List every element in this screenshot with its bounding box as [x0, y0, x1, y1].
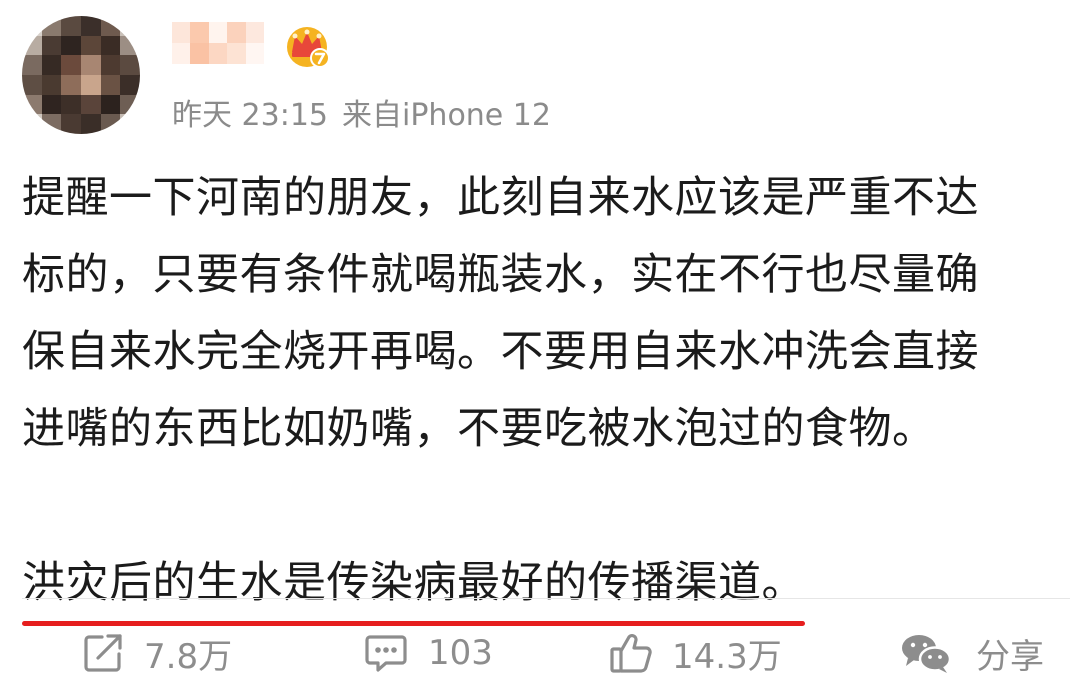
post-source[interactable]: 来自iPhone 12: [342, 98, 551, 133]
avatar-pixel: [80, 74, 101, 95]
post-text-line: 进嘴的东西比如奶嘴，不要吃被水泡过的食物。: [22, 404, 936, 454]
highlighted-sentence: 洪灾后的生水是传染病最好的传播渠道。: [22, 545, 805, 626]
thumbs-up-icon: [608, 629, 654, 677]
post-text-line: 标的，只要有条件就喝瓶装水，实在不行也尽量确: [22, 250, 979, 300]
like-button[interactable]: 14.3万: [608, 620, 782, 686]
avatar-pixel: [22, 55, 42, 75]
avatar-pixel: [61, 74, 81, 95]
divider: [22, 598, 1070, 599]
highlighted-line-wrapper: 洪灾后的生水是传染病最好的传播渠道。: [22, 545, 1052, 626]
username-pixel: [190, 22, 209, 43]
avatar-pixel: [100, 35, 121, 56]
avatar-pixel: [80, 35, 101, 56]
username-pixel: [245, 43, 264, 64]
avatar-pixel: [120, 55, 140, 75]
avatar-pixel: [41, 74, 62, 95]
post-text-line: 提醒一下河南的朋友，此刻自来水应该是严重不达: [22, 173, 979, 223]
comment-button[interactable]: 103: [362, 620, 493, 686]
avatar-pixel: [22, 74, 42, 95]
avatar-pixel: [41, 94, 62, 115]
avatar-pixel: [100, 114, 121, 134]
avatar-pixel: [41, 35, 62, 56]
weibo-post: 昨天 23:15 来自iPhone 12 提醒一下河南的朋友，此刻自来水应该是严重…: [0, 0, 1080, 692]
wechat-share-icon: [898, 630, 954, 676]
avatar-pixel: [22, 114, 42, 134]
post-meta: 昨天 23:15 来自iPhone 12: [172, 90, 551, 134]
action-bar: 7.8万 103 14.3万 分享: [0, 620, 1080, 686]
avatar-pixel: [41, 114, 62, 134]
avatar-pixel: [120, 74, 140, 95]
avatar-pixel: [80, 55, 101, 75]
avatar-pixel: [120, 94, 140, 115]
avatar-pixel: [22, 94, 42, 115]
avatar-pixel: [61, 35, 81, 56]
avatar-pixel: [22, 16, 42, 36]
avatar-pixel: [41, 55, 62, 75]
avatar-pixel: [120, 35, 140, 56]
avatar-pixel: [41, 16, 62, 36]
username-pixel: [172, 22, 191, 43]
highlighted-text: 洪灾后的生水是传染病最好的传播渠道。: [22, 558, 805, 608]
username-pixel: [172, 43, 191, 64]
username-pixel: [208, 43, 228, 64]
post-timestamp: 昨天 23:15: [172, 98, 328, 133]
avatar-pixel: [61, 114, 81, 134]
avatar[interactable]: [22, 16, 140, 134]
repost-count: 7.8万: [144, 636, 233, 677]
share-button[interactable]: 分享: [898, 620, 1044, 686]
repost-icon: [80, 630, 126, 676]
comment-icon: [362, 630, 410, 676]
crown-badge-icon: [282, 22, 332, 68]
post-text-line: 保自来水完全烧开再喝。不要用自来水冲洗会直接: [22, 327, 979, 377]
comment-count: 103: [428, 633, 493, 673]
avatar-pixel: [100, 55, 121, 75]
username-pixel: [245, 22, 264, 43]
avatar-pixel: [61, 55, 81, 75]
repost-button[interactable]: 7.8万: [80, 620, 232, 686]
avatar-pixel: [80, 94, 101, 115]
avatar-pixel: [80, 114, 101, 134]
share-label: 分享: [976, 636, 1044, 677]
username-pixel: [208, 22, 228, 43]
like-count: 14.3万: [672, 636, 782, 677]
username-pixel: [190, 43, 209, 64]
username-pixel: [227, 43, 246, 64]
avatar-pixel: [22, 35, 42, 56]
avatar-pixel: [100, 16, 121, 36]
avatar-pixel: [120, 16, 140, 36]
avatar-pixel: [61, 94, 81, 115]
username-pixel: [227, 22, 246, 43]
avatar-pixel: [100, 74, 121, 95]
post-text: 提醒一下河南的朋友，此刻自来水应该是严重不达 标的，只要有条件就喝瓶装水，实在不…: [22, 160, 1052, 626]
avatar-pixel: [100, 94, 121, 115]
avatar-pixel: [80, 16, 101, 36]
avatar-pixel: [61, 16, 81, 36]
username[interactable]: [172, 22, 264, 64]
avatar-pixel: [120, 114, 140, 134]
